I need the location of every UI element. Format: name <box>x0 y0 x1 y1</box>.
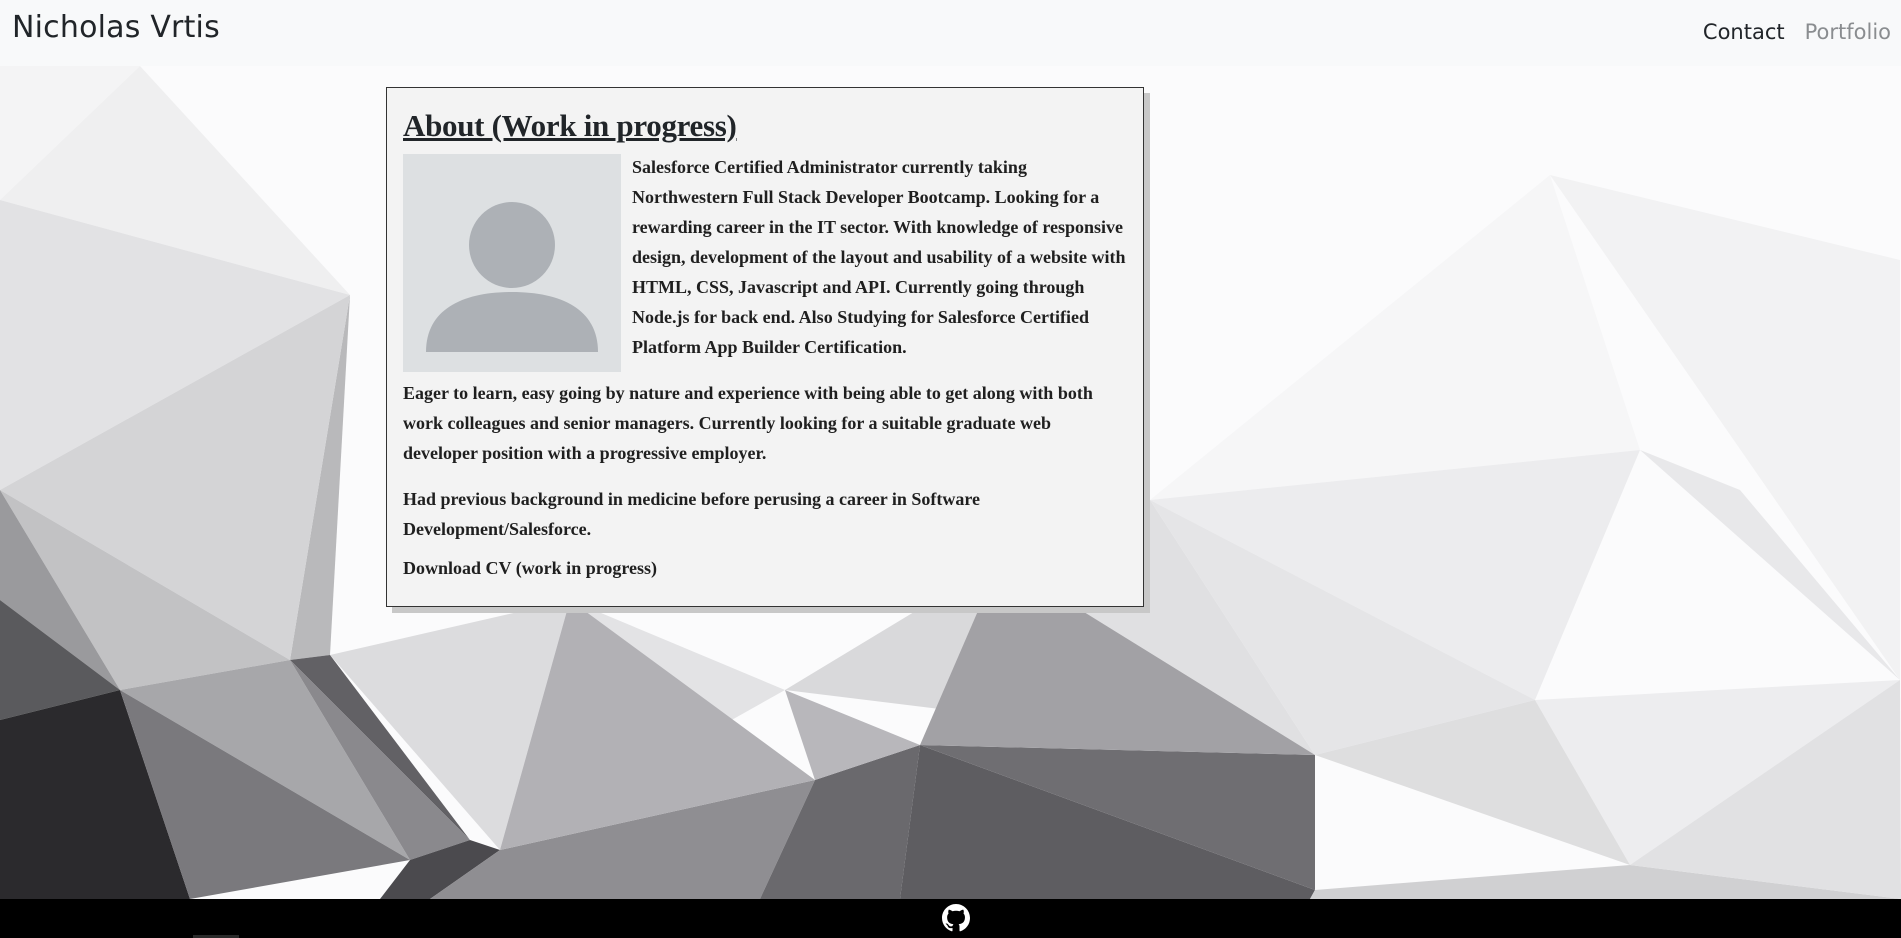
user-placeholder-icon <box>403 153 621 372</box>
about-paragraph-2: Eager to learn, easy going by nature and… <box>403 382 1093 463</box>
nav-links: Contact Portfolio <box>1703 20 1891 44</box>
footer <box>0 899 1901 938</box>
about-paragraph-3: Had previous background in medicine befo… <box>403 488 981 539</box>
nav-link-portfolio[interactable]: Portfolio <box>1805 20 1891 44</box>
download-cv-link[interactable]: Download CV (work in progress) <box>403 558 657 579</box>
top-navbar: Nicholas Vrtis Contact Portfolio <box>0 0 1901 66</box>
brand-name[interactable]: Nicholas Vrtis <box>12 10 220 45</box>
nav-link-contact[interactable]: Contact <box>1703 20 1785 44</box>
about-title: About (Work in progress) <box>403 108 737 143</box>
github-icon[interactable] <box>942 904 970 932</box>
about-card: About (Work in progress) Salesforce Cert… <box>386 87 1144 607</box>
